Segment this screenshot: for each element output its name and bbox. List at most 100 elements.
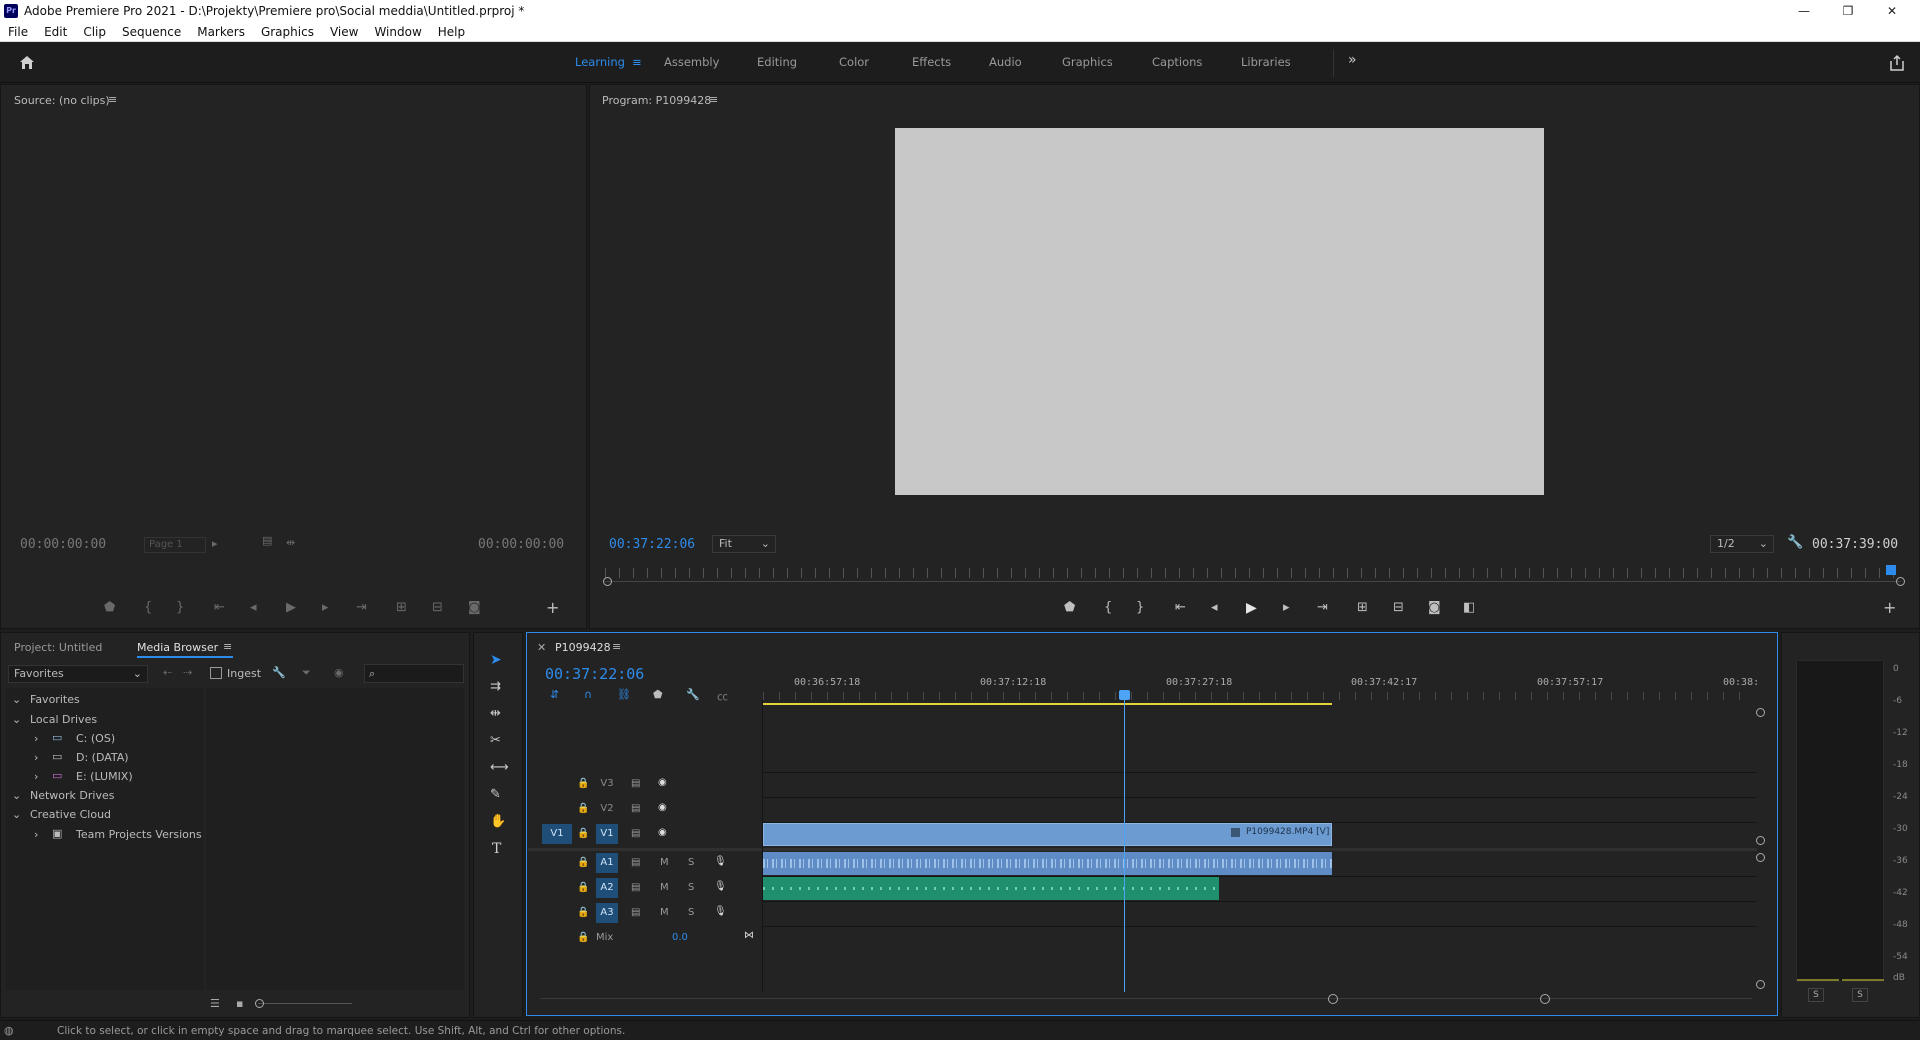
mix-jump-icon[interactable]: ⋈: [744, 930, 754, 941]
program-zoom-handle-right[interactable]: [1896, 577, 1905, 586]
browser-forward-icon[interactable]: ⇢: [183, 666, 192, 679]
ingest-settings-wrench-icon[interactable]: 🔧: [272, 666, 286, 679]
restore-button[interactable]: ❐: [1826, 0, 1870, 22]
v1-eye-icon[interactable]: ◉: [658, 827, 667, 838]
workspace-learning[interactable]: Learning: [575, 55, 625, 69]
source-export-frame-icon[interactable]: ◙: [468, 600, 481, 615]
source-drag-icon[interactable]: ⇹: [286, 536, 295, 549]
tree-network-chevron-icon[interactable]: ⌄: [12, 789, 21, 802]
minimize-button[interactable]: —: [1782, 0, 1826, 22]
vertical-zoom-handle[interactable]: [1756, 853, 1765, 862]
timeline-zoom-handle-left[interactable]: [1328, 994, 1338, 1004]
audio-clip-a2[interactable]: [763, 877, 1219, 900]
source-step-forward-icon[interactable]: ▸: [322, 600, 329, 615]
timeline-settings-wrench-icon[interactable]: 🔧: [686, 688, 700, 701]
filter-icon[interactable]: ⏷: [302, 666, 311, 680]
a1-mute-button[interactable]: M: [660, 857, 669, 868]
program-video-frame[interactable]: [895, 128, 1544, 495]
program-step-forward-icon[interactable]: ▸: [1283, 600, 1290, 615]
v1-sync-icon[interactable]: ▤: [631, 828, 640, 839]
source-go-out-icon[interactable]: ⇥: [356, 600, 367, 615]
playhead-handle[interactable]: [1119, 690, 1130, 700]
tree-network-drives[interactable]: Network Drives: [30, 789, 114, 802]
nest-toggle-icon[interactable]: ⇵: [550, 688, 559, 701]
menu-view[interactable]: View: [322, 22, 366, 42]
a3-lock-icon[interactable]: 🔒: [577, 907, 589, 918]
vertical-zoom-handle[interactable]: [1756, 836, 1765, 845]
tree-drive-d-chevron-icon[interactable]: ›: [34, 751, 38, 764]
menu-help[interactable]: Help: [430, 22, 473, 42]
timeline-playhead-timecode[interactable]: 00:37:22:06: [545, 665, 644, 683]
track-a3-label[interactable]: A3: [596, 903, 618, 923]
program-settings-wrench-icon[interactable]: 🔧: [1787, 535, 1803, 550]
source-page-next-icon[interactable]: ▸: [212, 537, 218, 550]
timeline-zoom-track[interactable]: [540, 998, 1752, 999]
program-mark-in-icon[interactable]: {: [1104, 600, 1112, 615]
source-mark-in-icon[interactable]: {: [144, 600, 152, 615]
pen-tool-icon[interactable]: ✎: [490, 787, 501, 802]
browser-back-icon[interactable]: ⇠: [163, 666, 172, 679]
workspace-libraries[interactable]: Libraries: [1241, 55, 1291, 69]
ingest-checkbox[interactable]: [210, 667, 222, 679]
v2-lock-icon[interactable]: 🔒: [577, 803, 589, 814]
tree-team-projects[interactable]: Team Projects Versions: [76, 828, 202, 841]
close-sequence-icon[interactable]: ✕: [537, 641, 546, 654]
program-mark-out-icon[interactable]: }: [1136, 600, 1144, 615]
a2-mic-icon[interactable]: 🎙: [714, 881, 727, 892]
source-patch-v1[interactable]: V1: [542, 824, 572, 844]
v3-eye-icon[interactable]: ◉: [658, 777, 667, 788]
share-icon[interactable]: [1888, 54, 1906, 72]
close-button[interactable]: ✕: [1870, 0, 1914, 22]
media-search-input[interactable]: ⌕: [364, 664, 464, 683]
source-go-in-icon[interactable]: ⇤: [214, 600, 225, 615]
program-step-back-icon[interactable]: ◂: [1211, 600, 1218, 615]
v3-sync-icon[interactable]: ▤: [631, 778, 640, 789]
timeline-zoom-handle-right[interactable]: [1540, 994, 1550, 1004]
track-a2-label[interactable]: A2: [596, 878, 618, 898]
program-export-frame-icon[interactable]: ◙: [1428, 600, 1441, 615]
slip-tool-icon[interactable]: ⟷: [490, 760, 509, 775]
track-a1-label[interactable]: A1: [596, 853, 618, 873]
program-go-out-icon[interactable]: ⇥: [1317, 600, 1328, 615]
source-add-button-icon[interactable]: +: [546, 598, 559, 617]
vertical-zoom-handle[interactable]: [1756, 980, 1765, 989]
view-icon[interactable]: ◉: [334, 666, 344, 679]
menu-file[interactable]: File: [0, 22, 36, 42]
source-play-icon[interactable]: ▶: [286, 600, 296, 615]
program-extract-icon[interactable]: ⊟: [1393, 600, 1404, 615]
program-panel-menu-icon[interactable]: ≡: [709, 93, 718, 106]
sequence-menu-icon[interactable]: ≡: [612, 640, 621, 653]
favorites-select[interactable]: Favorites ⌄: [8, 665, 148, 683]
program-add-button-icon[interactable]: +: [1883, 598, 1896, 617]
playhead-line[interactable]: [1124, 692, 1125, 992]
a3-mic-icon[interactable]: 🎙: [714, 906, 727, 917]
menu-edit[interactable]: Edit: [36, 22, 75, 42]
vertical-zoom-handle[interactable]: [1756, 708, 1765, 717]
v2-sync-icon[interactable]: ▤: [631, 803, 640, 814]
home-icon[interactable]: [18, 54, 36, 70]
a2-solo-button[interactable]: S: [688, 882, 694, 893]
tree-drive-e-chevron-icon[interactable]: ›: [34, 770, 38, 783]
list-view-icon[interactable]: ☰: [210, 997, 220, 1010]
thumbnail-size-handle[interactable]: [255, 999, 264, 1008]
sequence-tab[interactable]: P1099428: [555, 641, 611, 654]
a3-solo-button[interactable]: S: [688, 907, 694, 918]
meter-solo-left[interactable]: S: [1808, 988, 1824, 1002]
program-fit-select[interactable]: Fit ⌄: [712, 535, 776, 553]
tree-local-drives-chevron-icon[interactable]: ⌄: [12, 713, 21, 726]
a1-lock-icon[interactable]: 🔒: [577, 857, 589, 868]
linked-selection-icon[interactable]: ⛓: [617, 688, 631, 701]
v2-eye-icon[interactable]: ◉: [658, 802, 667, 813]
more-workspaces-icon[interactable]: »: [1348, 52, 1357, 68]
a3-mute-button[interactable]: M: [660, 907, 669, 918]
tree-drive-c-chevron-icon[interactable]: ›: [34, 732, 38, 745]
workspace-graphics[interactable]: Graphics: [1062, 55, 1113, 69]
captions-icon[interactable]: ㏄: [717, 688, 728, 704]
thumbnail-size-slider[interactable]: [258, 1003, 352, 1004]
program-zoom-handle-left[interactable]: [603, 577, 612, 586]
workspace-editing[interactable]: Editing: [757, 55, 797, 69]
tree-team-chevron-icon[interactable]: ›: [34, 828, 38, 841]
work-area-bar[interactable]: [763, 703, 1332, 705]
a3-sync-icon[interactable]: ▤: [631, 907, 640, 918]
menu-clip[interactable]: Clip: [75, 22, 114, 42]
